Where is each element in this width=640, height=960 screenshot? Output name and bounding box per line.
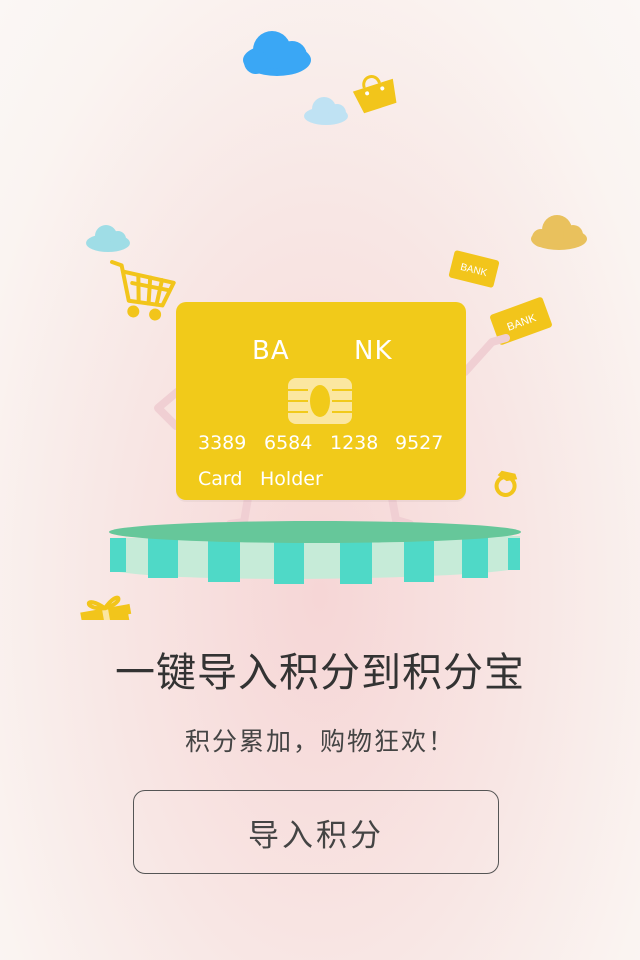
card-holder-label-1: Card: [198, 468, 243, 490]
headline: 一键导入积分到积分宝: [115, 650, 525, 696]
platform: [109, 521, 521, 584]
card-holder-label-2: Holder: [260, 468, 323, 490]
card-number-group-4: 9527: [395, 432, 444, 454]
bank-label-left: BA: [252, 336, 290, 366]
card-number-group-1: 3389: [198, 432, 247, 454]
bank-card: BA NK 3389 6584 1238 9527 Card Holder: [176, 302, 466, 500]
import-points-button-label: 导入积分: [248, 817, 384, 854]
small-bank-card: BANK: [448, 250, 500, 288]
gift-icon: [80, 595, 134, 620]
subheadline: 积分累加，购物狂欢！: [184, 727, 455, 756]
chip-icon: [288, 378, 352, 424]
cloud-icon: [531, 215, 587, 250]
cloud-icon: [304, 97, 348, 125]
bank-label-right: NK: [354, 336, 393, 366]
card-number-group-2: 6584: [264, 432, 313, 454]
card-number-group-3: 1238: [330, 432, 379, 454]
import-points-button[interactable]: 导入积分: [133, 790, 499, 874]
shopping-bag-icon: [352, 75, 397, 114]
ring-icon: [494, 470, 518, 497]
cloud-icon: [243, 31, 311, 76]
shopping-cart-icon: [110, 260, 176, 321]
cloud-icon: [86, 225, 130, 252]
